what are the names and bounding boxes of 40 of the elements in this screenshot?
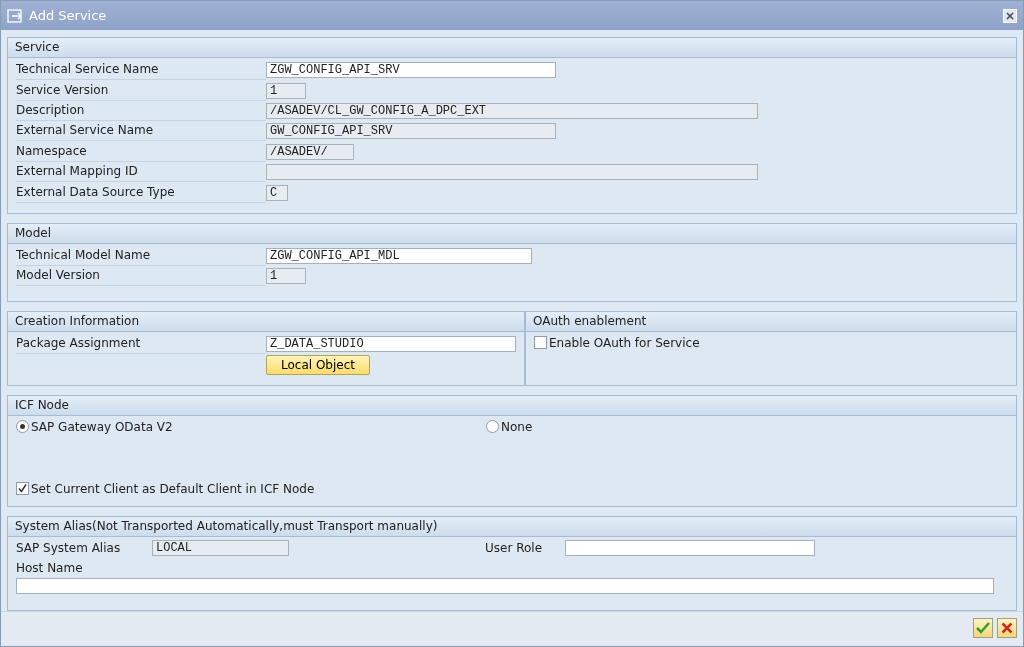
field-label: External Service Name <box>16 121 266 142</box>
close-icon[interactable] <box>1003 8 1017 23</box>
window-title: Add Service <box>29 8 107 23</box>
field-label: User Role <box>485 540 544 555</box>
text-field[interactable]: ZGW_CONFIG_API_MDL <box>266 247 532 264</box>
checkbox-label: Set Current Client as Default Client in ICF Node <box>31 481 315 496</box>
text-field[interactable]: ZGW_CONFIG_API_SRV <box>266 62 556 79</box>
dialog-icon <box>7 8 23 23</box>
radio-button[interactable] <box>486 420 499 434</box>
text-field[interactable]: Z_DATA_STUDIO <box>266 335 516 352</box>
field-label: External Mapping ID <box>16 162 266 183</box>
text-field[interactable] <box>565 539 815 556</box>
field-label: External Data Source Type <box>16 182 266 203</box>
section-header: OAuth enablement <box>526 311 1016 332</box>
field-label: Package Assignment <box>16 333 266 354</box>
radio-button[interactable] <box>16 420 29 434</box>
field-label: Service Version <box>16 80 266 101</box>
text-field[interactable] <box>16 577 994 594</box>
field-label: SAP System Alias <box>16 540 122 555</box>
checkmark-icon <box>976 621 990 634</box>
field-label: Technical Service Name <box>16 60 266 81</box>
radio-label: None <box>501 419 533 434</box>
radio-label: SAP Gateway OData V2 <box>31 419 173 434</box>
field-label: Model Version <box>16 266 266 287</box>
section-header: Creation Information <box>8 311 524 332</box>
close-icon <box>1001 621 1013 634</box>
checkbox[interactable] <box>534 336 547 349</box>
cancel-button[interactable] <box>997 617 1017 638</box>
field-label: Technical Model Name <box>16 245 266 266</box>
field-label: Host Name <box>16 560 83 575</box>
confirm-button[interactable] <box>973 617 993 638</box>
section-header: Model <box>8 223 1016 244</box>
field-label: Namespace <box>16 141 266 162</box>
section-header: Service <box>8 38 1016 58</box>
field-label: Description <box>16 100 266 121</box>
checkbox[interactable] <box>16 482 29 496</box>
checkbox-label: Enable OAuth for Service <box>549 335 700 350</box>
section-header: System Alias(Not Transported Automatically,must Transport manually) <box>8 516 1016 537</box>
local-object-button[interactable]: Local Object <box>266 354 370 375</box>
section-header: ICF Node <box>8 395 1016 416</box>
